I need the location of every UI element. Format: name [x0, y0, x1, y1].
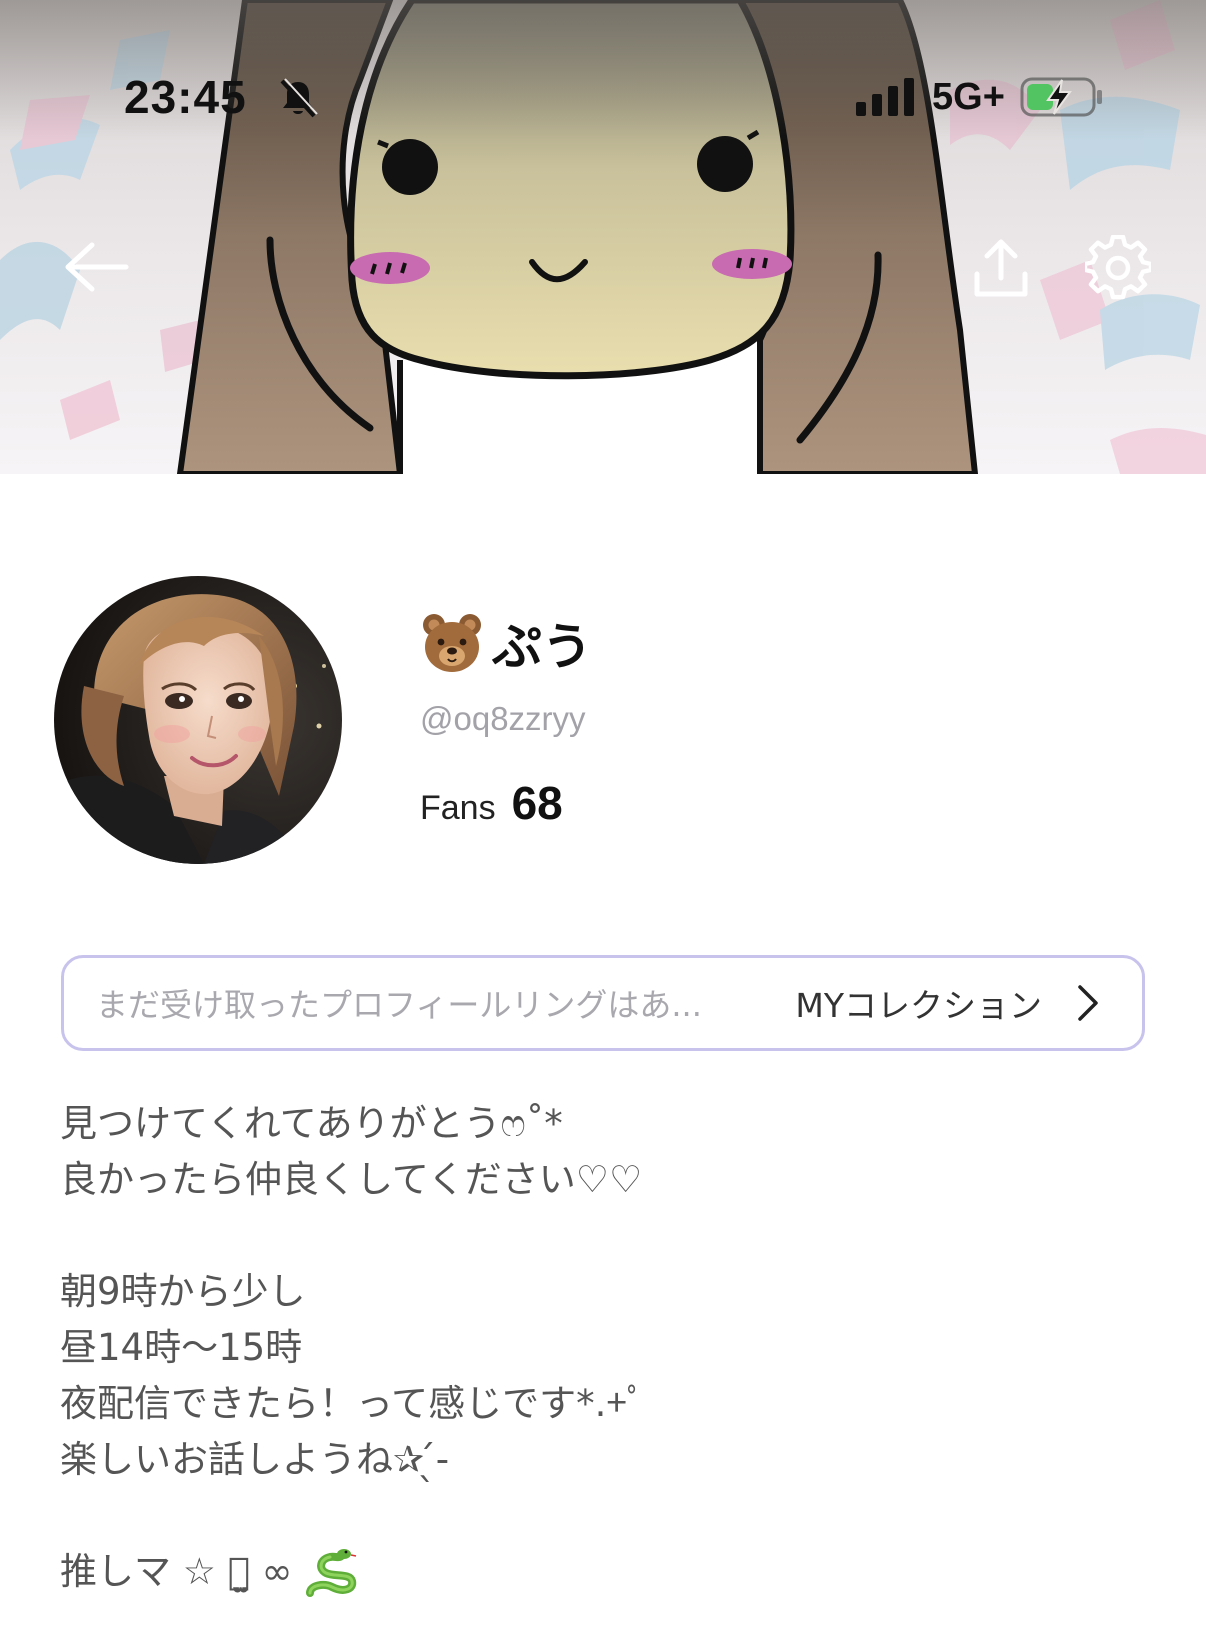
bio-line-text: 推しマ ☆ ꪔ̤̫ ∞ — [60, 1550, 293, 1593]
status-time: 23:45 — [124, 71, 247, 123]
fans-counter[interactable]: Fans 68 — [420, 776, 563, 830]
fans-label: Fans — [420, 789, 496, 827]
bio-line: 朝9時から少し — [60, 1270, 306, 1313]
collection-status-text: まだ受け取ったプロフィールリングはあ... — [96, 986, 702, 1024]
bear-face-icon — [423, 614, 481, 672]
status-bar: 23:45 5G+ — [0, 0, 1206, 123]
battery-charging-icon — [1020, 77, 1102, 117]
bio-line — [60, 1488, 1140, 1544]
avatar[interactable] — [54, 576, 342, 864]
display-name-text: ぷう — [492, 618, 592, 676]
gear-icon — [1085, 235, 1151, 300]
fans-count: 68 — [511, 777, 563, 829]
profile-ring-collection[interactable]: まだ受け取ったプロフィールリングはあ... MYコレクション — [61, 955, 1145, 1051]
signal-icon — [856, 78, 914, 116]
bell-slash-icon — [280, 78, 318, 118]
bio-line: 良かったら仲良くしてください♡♡ — [60, 1158, 643, 1201]
chevron-right-icon — [1078, 985, 1098, 1021]
network-type: 5G+ — [932, 76, 1005, 118]
bio-line: 見つけてくれてありがとうෆ˚* — [60, 1102, 563, 1145]
my-collection-link[interactable]: MYコレクション — [795, 979, 1042, 1027]
bio-line: 楽しいお話しようね✰ ̖́- — [60, 1438, 450, 1481]
display-name: ぷう — [420, 608, 592, 678]
bio-line — [60, 1208, 1140, 1264]
profile-bio: 見つけてくれてありがとうෆ˚* 良かったら仲良くしてください♡♡ 朝9時から少し… — [60, 1096, 1140, 1600]
share-icon — [974, 239, 1028, 297]
profile-header-banner: 23:45 5G+ — [0, 0, 1206, 474]
bio-line-last: 推しマ ☆ ꪔ̤̫ ∞ — [60, 1544, 1140, 1600]
user-handle: @oq8zzryy — [420, 700, 586, 737]
bio-line: 夜配信できたら！って感じです*.+ﾟ — [60, 1382, 646, 1425]
snake-icon — [306, 1548, 357, 1597]
avatar-image — [54, 576, 342, 864]
back-button[interactable] — [56, 232, 136, 302]
settings-button[interactable] — [1082, 232, 1154, 304]
bio-line: 昼14時〜15時 — [60, 1326, 303, 1369]
share-button[interactable] — [966, 230, 1036, 306]
back-arrow-icon — [65, 242, 129, 292]
